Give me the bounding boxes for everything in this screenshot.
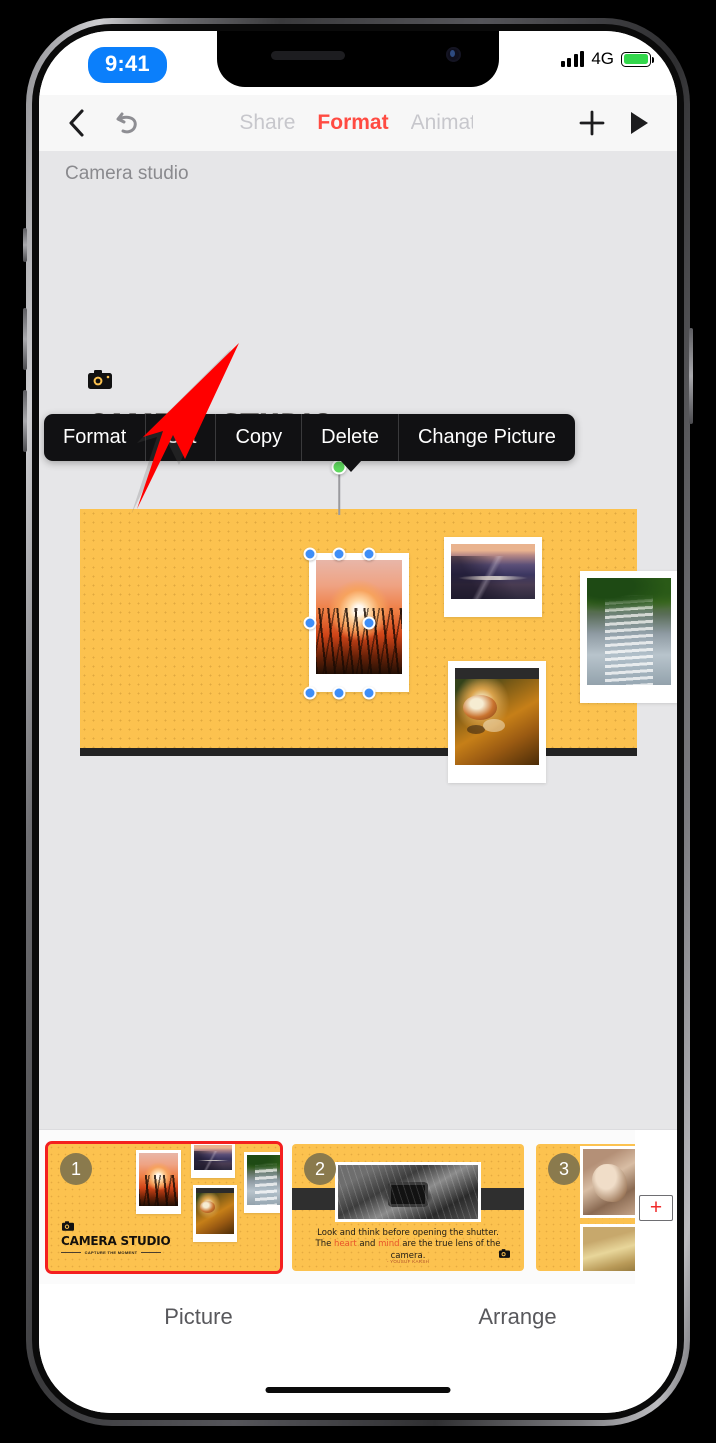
thumb2-camera-icon: [499, 1245, 510, 1263]
app-toolbar: Share Format Animat: [39, 95, 677, 151]
thumb3-photo-bottom: [580, 1224, 642, 1271]
toolbar-tab-group: Share Format Animat: [143, 111, 569, 135]
add-slide-card: +: [635, 1130, 677, 1284]
context-menu-pointer: [340, 460, 362, 472]
thumb-sunset-photo: [136, 1150, 181, 1214]
front-camera-icon: [446, 47, 461, 62]
rotation-stem: [338, 469, 340, 515]
thumb-subtitle-row: CAPTURE THE MOMENT: [61, 1250, 162, 1255]
thumb-spider-photo: [193, 1185, 237, 1242]
signal-bars-icon: [560, 51, 585, 67]
context-menu-item-format[interactable]: Format: [44, 414, 147, 461]
context-menu-item-cut[interactable]: Cut: [146, 414, 217, 461]
bottom-tab-group: Picture Arrange: [39, 1304, 677, 1330]
status-time: 9:41: [88, 47, 167, 83]
resize-handle-top-right[interactable]: [362, 547, 376, 561]
tab-share[interactable]: Share: [239, 111, 295, 135]
quote-line-2-c: are the true: [399, 1239, 453, 1250]
resize-handle-middle-right[interactable]: [362, 616, 376, 630]
thumb2-quote-text: Look and think before opening the shutte…: [308, 1228, 508, 1262]
speaker-grille: [271, 51, 345, 60]
resize-handle-bottom-right[interactable]: [362, 686, 376, 700]
slide-number-badge: 3: [548, 1153, 580, 1185]
tab-picture[interactable]: Picture: [39, 1304, 358, 1330]
thumb-slide-subtitle: CAPTURE THE MOMENT: [84, 1250, 138, 1255]
resize-handle-middle-left[interactable]: [303, 616, 317, 630]
play-triangle-icon[interactable]: [615, 110, 663, 136]
thumb2-quote-author: - YOUSUF KARSH: [386, 1259, 430, 1264]
volume-up-button[interactable]: [23, 308, 27, 370]
context-menu-item-change-picture[interactable]: Change Picture: [399, 414, 575, 461]
slide-number-badge: 1: [60, 1153, 92, 1185]
quote-highlight-heart: heart: [334, 1239, 357, 1250]
tab-arrange[interactable]: Arrange: [358, 1304, 677, 1330]
slide-thumbnail-2[interactable]: 2 Look and think before opening the shut…: [292, 1144, 524, 1271]
slide-number-badge: 2: [304, 1153, 336, 1185]
battery-full-icon: [621, 51, 654, 67]
resize-handle-bottom-left[interactable]: [303, 686, 317, 700]
mute-switch[interactable]: [23, 228, 27, 262]
slide-thumbnail-strip[interactable]: 1 CAMERA STUDIO CAPTURE THE MOMENT 2 Loo…: [39, 1129, 677, 1284]
plus-icon[interactable]: [569, 108, 615, 138]
slide-thumbnail-1[interactable]: 1 CAMERA STUDIO CAPTURE THE MOMENT: [45, 1141, 283, 1274]
quote-highlight-mind: mind: [378, 1239, 400, 1250]
context-menu-item-delete[interactable]: Delete: [302, 414, 399, 461]
quote-line-1: Look and think before opening the: [317, 1228, 464, 1238]
power-button[interactable]: [689, 328, 693, 424]
volume-down-button[interactable]: [23, 390, 27, 452]
context-menu-item-copy[interactable]: Copy: [216, 414, 303, 461]
thumb3-photo-top: [580, 1146, 642, 1218]
slide-canvas-area[interactable]: Camera studio Format Cut Copy Delete Cha…: [39, 151, 677, 1129]
resize-handle-top-left[interactable]: [303, 547, 317, 561]
quote-line-2-b: and: [356, 1239, 379, 1250]
context-menu: Format Cut Copy Delete Change Picture: [44, 414, 575, 461]
resize-handle-bottom-center[interactable]: [332, 686, 346, 700]
status-bar: 9:41 4G: [39, 31, 677, 95]
tab-format[interactable]: Format: [317, 111, 388, 135]
bottom-format-bar: Picture Arrange: [39, 1284, 677, 1413]
thumb-slide-title: CAMERA STUDIO: [61, 1234, 171, 1248]
notch: [217, 31, 499, 87]
tab-animate[interactable]: Animat: [411, 111, 473, 135]
thumb2-photographer-photo: [335, 1162, 481, 1222]
add-slide-button[interactable]: +: [639, 1194, 673, 1221]
phone-screen: 9:41 4G Share Format Animat Camera studi…: [39, 31, 677, 1413]
status-indicators: 4G: [560, 49, 654, 69]
resize-handle-top-center[interactable]: [332, 547, 346, 561]
chevron-left-icon[interactable]: [53, 108, 99, 138]
home-indicator[interactable]: [265, 1387, 451, 1393]
thumb-mountain-photo: [191, 1144, 235, 1178]
battery-fill: [623, 54, 649, 64]
thumb-camera-icon: [62, 1218, 74, 1236]
thumb-waterfall-photo: [244, 1152, 280, 1213]
selection-overlay: [39, 151, 677, 1129]
network-type-label: 4G: [591, 49, 614, 68]
